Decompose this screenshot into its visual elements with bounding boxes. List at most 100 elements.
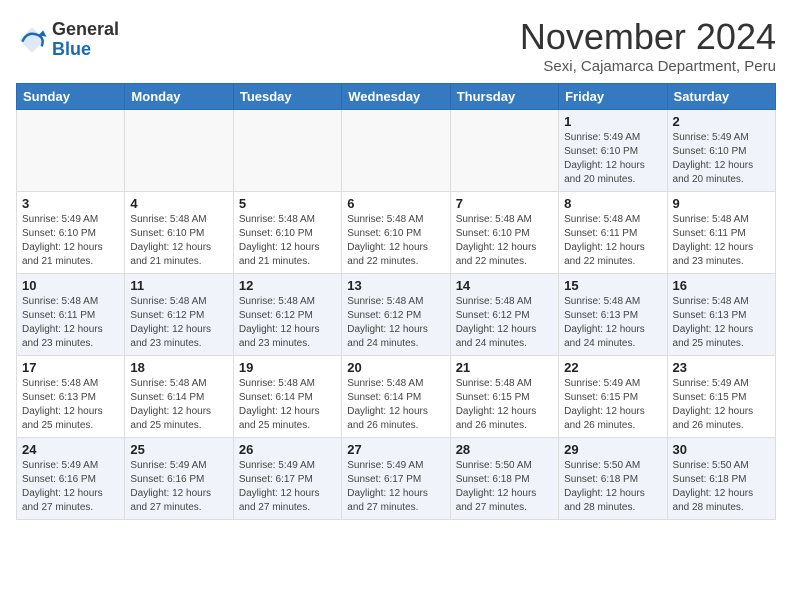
day-info: Sunrise: 5:49 AM Sunset: 6:15 PM Dayligh… bbox=[564, 377, 661, 433]
day-number: 22 bbox=[564, 360, 661, 375]
day-info: Sunrise: 5:49 AM Sunset: 6:10 PM Dayligh… bbox=[673, 131, 770, 187]
day-info: Sunrise: 5:48 AM Sunset: 6:12 PM Dayligh… bbox=[456, 295, 553, 351]
calendar-week-4: 17 Sunrise: 5:48 AM Sunset: 6:13 PM Dayli… bbox=[17, 356, 776, 438]
day-info: Sunrise: 5:49 AM Sunset: 6:10 PM Dayligh… bbox=[564, 131, 661, 187]
day-number: 23 bbox=[673, 360, 770, 375]
calendar-cell: 22 Sunrise: 5:49 AM Sunset: 6:15 PM Dayli… bbox=[559, 356, 667, 438]
day-number: 9 bbox=[673, 196, 770, 211]
day-info: Sunrise: 5:48 AM Sunset: 6:10 PM Dayligh… bbox=[347, 213, 444, 269]
calendar-table: SundayMondayTuesdayWednesdayThursdayFrid… bbox=[16, 83, 776, 520]
logo-general: General bbox=[52, 20, 119, 40]
calendar-cell: 9 Sunrise: 5:48 AM Sunset: 6:11 PM Daylig… bbox=[667, 192, 775, 274]
calendar-cell: 19 Sunrise: 5:48 AM Sunset: 6:14 PM Dayli… bbox=[233, 356, 341, 438]
calendar-week-2: 3 Sunrise: 5:49 AM Sunset: 6:10 PM Daylig… bbox=[17, 192, 776, 274]
calendar-cell: 12 Sunrise: 5:48 AM Sunset: 6:12 PM Dayli… bbox=[233, 274, 341, 356]
day-info: Sunrise: 5:49 AM Sunset: 6:10 PM Dayligh… bbox=[22, 213, 119, 269]
day-number: 10 bbox=[22, 278, 119, 293]
location-subtitle: Sexi, Cajamarca Department, Peru bbox=[520, 58, 776, 75]
calendar-cell: 1Sunrise: 5:49 AM Sunset: 6:10 PM Daylig… bbox=[559, 110, 667, 192]
day-number: 8 bbox=[564, 196, 661, 211]
day-number: 15 bbox=[564, 278, 661, 293]
day-number: 20 bbox=[347, 360, 444, 375]
calendar-cell bbox=[342, 110, 450, 192]
day-info: Sunrise: 5:48 AM Sunset: 6:12 PM Dayligh… bbox=[239, 295, 336, 351]
col-header-saturday: Saturday bbox=[667, 84, 775, 110]
day-number: 6 bbox=[347, 196, 444, 211]
calendar-cell bbox=[125, 110, 233, 192]
col-header-monday: Monday bbox=[125, 84, 233, 110]
calendar-cell: 13 Sunrise: 5:48 AM Sunset: 6:12 PM Dayli… bbox=[342, 274, 450, 356]
calendar-week-1: 1Sunrise: 5:49 AM Sunset: 6:10 PM Daylig… bbox=[17, 110, 776, 192]
day-number: 24 bbox=[22, 442, 119, 457]
day-info: Sunrise: 5:49 AM Sunset: 6:17 PM Dayligh… bbox=[239, 459, 336, 515]
calendar-cell: 17 Sunrise: 5:48 AM Sunset: 6:13 PM Dayli… bbox=[17, 356, 125, 438]
day-info: Sunrise: 5:49 AM Sunset: 6:17 PM Dayligh… bbox=[347, 459, 444, 515]
logo: General Blue bbox=[16, 20, 119, 60]
calendar-week-3: 10Sunrise: 5:48 AM Sunset: 6:11 PM Dayli… bbox=[17, 274, 776, 356]
calendar-cell: 18Sunrise: 5:48 AM Sunset: 6:14 PM Dayli… bbox=[125, 356, 233, 438]
day-info: Sunrise: 5:49 AM Sunset: 6:16 PM Dayligh… bbox=[22, 459, 119, 515]
calendar-cell: 7 Sunrise: 5:48 AM Sunset: 6:10 PM Daylig… bbox=[450, 192, 558, 274]
day-info: Sunrise: 5:50 AM Sunset: 6:18 PM Dayligh… bbox=[673, 459, 770, 515]
calendar-cell bbox=[233, 110, 341, 192]
day-info: Sunrise: 5:48 AM Sunset: 6:12 PM Dayligh… bbox=[130, 295, 227, 351]
col-header-wednesday: Wednesday bbox=[342, 84, 450, 110]
day-number: 29 bbox=[564, 442, 661, 457]
day-info: Sunrise: 5:48 AM Sunset: 6:10 PM Dayligh… bbox=[239, 213, 336, 269]
calendar-cell: 2 Sunrise: 5:49 AM Sunset: 6:10 PM Daylig… bbox=[667, 110, 775, 192]
day-info: Sunrise: 5:48 AM Sunset: 6:12 PM Dayligh… bbox=[347, 295, 444, 351]
day-info: Sunrise: 5:50 AM Sunset: 6:18 PM Dayligh… bbox=[456, 459, 553, 515]
calendar-cell: 3 Sunrise: 5:49 AM Sunset: 6:10 PM Daylig… bbox=[17, 192, 125, 274]
calendar-cell: 29 Sunrise: 5:50 AM Sunset: 6:18 PM Dayli… bbox=[559, 438, 667, 520]
day-number: 13 bbox=[347, 278, 444, 293]
calendar-cell: 11 Sunrise: 5:48 AM Sunset: 6:12 PM Dayli… bbox=[125, 274, 233, 356]
day-info: Sunrise: 5:48 AM Sunset: 6:13 PM Dayligh… bbox=[564, 295, 661, 351]
day-info: Sunrise: 5:48 AM Sunset: 6:14 PM Dayligh… bbox=[239, 377, 336, 433]
day-info: Sunrise: 5:48 AM Sunset: 6:13 PM Dayligh… bbox=[22, 377, 119, 433]
calendar-cell: 20 Sunrise: 5:48 AM Sunset: 6:14 PM Dayli… bbox=[342, 356, 450, 438]
day-info: Sunrise: 5:48 AM Sunset: 6:14 PM Dayligh… bbox=[347, 377, 444, 433]
day-number: 11 bbox=[130, 278, 227, 293]
day-info: Sunrise: 5:48 AM Sunset: 6:10 PM Dayligh… bbox=[456, 213, 553, 269]
logo-text: General Blue bbox=[52, 20, 119, 60]
calendar-week-5: 24 Sunrise: 5:49 AM Sunset: 6:16 PM Dayli… bbox=[17, 438, 776, 520]
col-header-sunday: Sunday bbox=[17, 84, 125, 110]
page-header: General Blue November 2024 Sexi, Cajamar… bbox=[16, 16, 776, 75]
calendar-cell: 26Sunrise: 5:49 AM Sunset: 6:17 PM Dayli… bbox=[233, 438, 341, 520]
calendar-cell bbox=[17, 110, 125, 192]
day-number: 14 bbox=[456, 278, 553, 293]
calendar-header-row: SundayMondayTuesdayWednesdayThursdayFrid… bbox=[17, 84, 776, 110]
day-number: 19 bbox=[239, 360, 336, 375]
day-info: Sunrise: 5:48 AM Sunset: 6:13 PM Dayligh… bbox=[673, 295, 770, 351]
day-number: 17 bbox=[22, 360, 119, 375]
calendar-cell: 15 Sunrise: 5:48 AM Sunset: 6:13 PM Dayli… bbox=[559, 274, 667, 356]
col-header-tuesday: Tuesday bbox=[233, 84, 341, 110]
logo-icon bbox=[16, 24, 48, 56]
calendar-cell: 23 Sunrise: 5:49 AM Sunset: 6:15 PM Dayli… bbox=[667, 356, 775, 438]
calendar-cell: 27 Sunrise: 5:49 AM Sunset: 6:17 PM Dayli… bbox=[342, 438, 450, 520]
day-info: Sunrise: 5:49 AM Sunset: 6:16 PM Dayligh… bbox=[130, 459, 227, 515]
day-number: 2 bbox=[673, 114, 770, 129]
title-block: November 2024 Sexi, Cajamarca Department… bbox=[520, 16, 776, 75]
day-info: Sunrise: 5:48 AM Sunset: 6:15 PM Dayligh… bbox=[456, 377, 553, 433]
calendar-cell bbox=[450, 110, 558, 192]
day-number: 7 bbox=[456, 196, 553, 211]
calendar-cell: 6 Sunrise: 5:48 AM Sunset: 6:10 PM Daylig… bbox=[342, 192, 450, 274]
day-info: Sunrise: 5:49 AM Sunset: 6:15 PM Dayligh… bbox=[673, 377, 770, 433]
calendar-cell: 16Sunrise: 5:48 AM Sunset: 6:13 PM Dayli… bbox=[667, 274, 775, 356]
day-number: 4 bbox=[130, 196, 227, 211]
day-number: 18 bbox=[130, 360, 227, 375]
day-number: 12 bbox=[239, 278, 336, 293]
day-number: 30 bbox=[673, 442, 770, 457]
day-number: 5 bbox=[239, 196, 336, 211]
calendar-cell: 24 Sunrise: 5:49 AM Sunset: 6:16 PM Dayli… bbox=[17, 438, 125, 520]
day-info: Sunrise: 5:48 AM Sunset: 6:11 PM Dayligh… bbox=[673, 213, 770, 269]
calendar-cell: 21Sunrise: 5:48 AM Sunset: 6:15 PM Dayli… bbox=[450, 356, 558, 438]
day-info: Sunrise: 5:50 AM Sunset: 6:18 PM Dayligh… bbox=[564, 459, 661, 515]
day-number: 27 bbox=[347, 442, 444, 457]
col-header-friday: Friday bbox=[559, 84, 667, 110]
day-number: 25 bbox=[130, 442, 227, 457]
day-info: Sunrise: 5:48 AM Sunset: 6:10 PM Dayligh… bbox=[130, 213, 227, 269]
calendar-cell: 28Sunrise: 5:50 AM Sunset: 6:18 PM Dayli… bbox=[450, 438, 558, 520]
day-number: 3 bbox=[22, 196, 119, 211]
